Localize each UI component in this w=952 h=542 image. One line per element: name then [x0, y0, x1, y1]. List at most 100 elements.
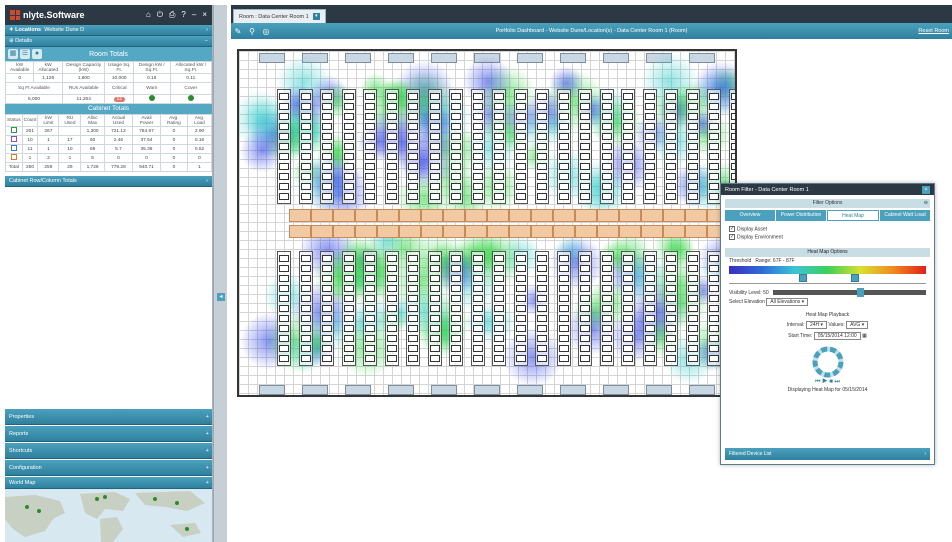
- air-handler: [553, 225, 575, 238]
- details-section[interactable]: ⊕ Details −: [5, 36, 212, 47]
- rack-cabinet: [559, 103, 569, 110]
- rack-cabinet: [279, 265, 289, 272]
- rack-cabinet: [301, 183, 311, 190]
- close-icon[interactable]: ×: [922, 185, 930, 194]
- floor-plan[interactable]: [237, 49, 737, 397]
- rack-cabinet: [666, 133, 676, 140]
- rack-cabinet: [709, 285, 719, 292]
- play-icon[interactable]: ▶: [822, 379, 827, 385]
- start-time-input[interactable]: 05/15/2014 12:00: [813, 331, 861, 340]
- rack-cabinet: [666, 103, 676, 110]
- cabinet-totals-table: Status Count kW Limit RU Used Alloc Max Actua…: [5, 114, 212, 172]
- section-properties[interactable]: Properties +: [5, 409, 212, 425]
- rack-cabinet: [279, 335, 289, 342]
- tab-power-distribution[interactable]: Power Distribution: [776, 210, 826, 221]
- rack-cabinet: [301, 285, 311, 292]
- rack-cabinet: [430, 275, 440, 282]
- display-asset-checkbox[interactable]: ✓: [729, 226, 735, 232]
- rack-cabinet: [559, 133, 569, 140]
- section-shortcuts[interactable]: Shortcuts +: [5, 443, 212, 459]
- tab-cabinet-watt-load[interactable]: Cabinet Watt Load: [880, 210, 930, 221]
- cabinet-rows-section[interactable]: Cabinet Row/Column Totals ›: [5, 176, 212, 187]
- room-totals-header-cell: kW Allocated: [33, 61, 63, 74]
- cabinet-totals-cell: [5, 153, 23, 163]
- air-handler: [421, 225, 443, 238]
- values-value: AVG: [850, 321, 861, 328]
- table-row[interactable]: 11 1 10 66 5.7 35.36 0 0.52: [5, 144, 212, 154]
- rack-cabinet: [602, 183, 612, 190]
- tab-heat-map[interactable]: Heat Map: [827, 210, 879, 221]
- rack-cabinet: [559, 285, 569, 292]
- visibility-slider[interactable]: [772, 288, 926, 298]
- collapse-left-icon[interactable]: ◂: [217, 293, 225, 301]
- minimize-icon[interactable]: –: [192, 10, 196, 20]
- rack-cabinet: [623, 345, 633, 352]
- table-row[interactable]: 10 1 17 60 2.46 37.54 0 0.16: [5, 135, 212, 145]
- tab-close-icon[interactable]: ▾: [312, 13, 320, 20]
- tab-overview[interactable]: Overview: [725, 210, 775, 221]
- home-icon[interactable]: ⌂: [146, 10, 151, 20]
- rack-cabinet: [279, 193, 289, 200]
- threshold-min-handle[interactable]: [799, 273, 807, 282]
- power-icon[interactable]: ⏻: [157, 10, 163, 20]
- next-icon[interactable]: ⏭: [835, 379, 840, 385]
- help-icon[interactable]: ?: [181, 10, 185, 20]
- table-row[interactable]: Total 260 259 29 1,726 779.28 940.71 0 1: [5, 162, 212, 172]
- rack-cabinet: [645, 285, 655, 292]
- table-row[interactable]: 201 267 1,300 721.12 784.67 0 2.90: [5, 126, 212, 136]
- critical-badge[interactable]: 12: [113, 96, 125, 102]
- rack-cabinet: [602, 163, 612, 170]
- table-row[interactable]: 12150000: [5, 153, 212, 163]
- calendar-icon[interactable]: ▦: [862, 333, 867, 339]
- cabinet-totals-cell: 0: [159, 144, 188, 154]
- rack-cabinet: [559, 123, 569, 130]
- stop-icon[interactable]: ■: [829, 379, 833, 385]
- prev-icon[interactable]: ⏮: [815, 379, 820, 385]
- app-header: nlyte.Software ⌂ ⏻ ⎙ ? – ×: [5, 5, 212, 25]
- rack-cabinet: [602, 295, 612, 302]
- panel-splitter[interactable]: ◂: [213, 5, 227, 542]
- room-totals-value-cell: 1,126: [33, 73, 63, 83]
- rack-cabinet: [430, 305, 440, 312]
- locations-section[interactable]: ✦ Locations Website Dune D ›: [5, 25, 212, 36]
- tab-room[interactable]: Room : Data Center Room 1 ▾: [233, 9, 326, 23]
- reset-room-link[interactable]: Reset Room: [918, 28, 949, 34]
- cabinet-totals-header-cell: Status: [5, 114, 23, 127]
- collapse-icon[interactable]: ⊖: [924, 199, 928, 208]
- cabinet-totals-cell: 201: [21, 126, 39, 136]
- rack-cabinet: [451, 335, 461, 342]
- rack-cabinet: [279, 355, 289, 362]
- filter-options-header[interactable]: Filter Options ⊖: [725, 199, 930, 208]
- world-map[interactable]: [5, 489, 212, 542]
- rack-cabinet: [580, 315, 590, 322]
- rack-cabinet: [473, 335, 483, 342]
- rack-cabinet: [666, 113, 676, 120]
- rack-cabinet: [537, 193, 547, 200]
- heat-spot: [393, 59, 455, 122]
- rack-cabinet: [387, 93, 397, 100]
- rack-cabinet: [559, 315, 569, 322]
- rack-cabinet: [688, 133, 698, 140]
- threshold-slider[interactable]: [729, 273, 926, 284]
- section-world-map[interactable]: World Map +: [5, 477, 212, 489]
- filtered-device-list-section[interactable]: Filtered Device List ›: [725, 448, 930, 460]
- values-dropdown[interactable]: AVG ▾: [846, 320, 869, 329]
- section-label: World Map: [9, 479, 36, 486]
- rack-cabinet: [473, 173, 483, 180]
- close-icon[interactable]: ×: [202, 10, 207, 20]
- select-elevation-dropdown[interactable]: All Elevations ▾: [766, 297, 809, 306]
- print-icon[interactable]: ⎙: [169, 10, 175, 20]
- rack-cabinet: [279, 173, 289, 180]
- visibility-handle[interactable]: [856, 288, 864, 298]
- world-map-graphic: [5, 489, 212, 542]
- rack-cabinet: [344, 335, 354, 342]
- rack-cabinet: [688, 275, 698, 282]
- cabinet-totals-cell: 784.67: [132, 126, 161, 136]
- display-environment-checkbox[interactable]: ✓: [729, 234, 735, 241]
- cabinet-totals-cell: 0: [159, 153, 188, 163]
- section-reports[interactable]: Reports +: [5, 426, 212, 442]
- rack-cabinet: [709, 143, 719, 150]
- section-configuration[interactable]: Configuration +: [5, 460, 212, 476]
- interval-dropdown[interactable]: 24H ▾: [805, 320, 828, 329]
- threshold-max-handle[interactable]: [851, 273, 859, 282]
